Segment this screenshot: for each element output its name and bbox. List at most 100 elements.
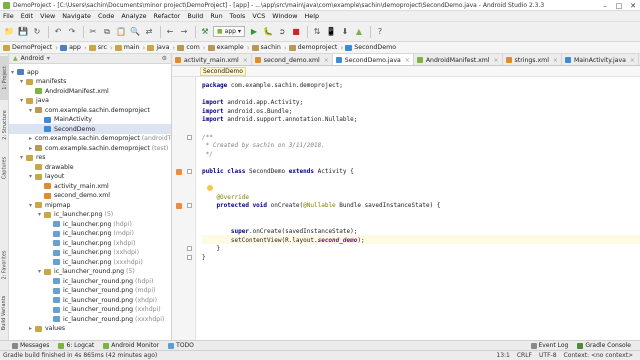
help-icon[interactable]: ?: [374, 26, 386, 38]
nav-crumb[interactable]: DemoProject ›: [3, 44, 58, 52]
bottom-tool-tab[interactable]: Gradle Console: [577, 342, 631, 349]
sync-icon[interactable]: ↻: [31, 26, 43, 38]
undo-icon[interactable]: ↶: [52, 26, 64, 38]
tree-item[interactable]: second_demo.xml: [9, 191, 171, 201]
cursor-position[interactable]: 13:1: [496, 352, 509, 359]
tree-item[interactable]: ic_launcher.png (xxxhdpi): [9, 257, 171, 267]
bottom-tool-tab[interactable]: Messages: [12, 342, 49, 349]
fold-marker-icon[interactable]: [187, 246, 192, 252]
menu-view[interactable]: View: [40, 12, 55, 20]
forward-icon[interactable]: →: [178, 26, 190, 38]
tree-item[interactable]: ▾ res: [9, 153, 171, 163]
code-view[interactable]: package com.example.sachin.demoproject; i…: [202, 77, 640, 340]
run-icon[interactable]: ▶: [248, 26, 260, 38]
paste-icon[interactable]: 📋: [115, 26, 127, 38]
copy-icon[interactable]: ⧉: [101, 26, 113, 38]
tree-item[interactable]: ic_launcher.png (xhdpi): [9, 238, 171, 248]
tree-item[interactable]: ▸ com.example.sachin.demoproject (androidT…: [9, 134, 171, 144]
run-configuration-select[interactable]: ■ app ▾: [213, 26, 245, 37]
build-variants-tool-tab[interactable]: Build Variants: [0, 290, 9, 336]
menu-window[interactable]: Window: [272, 12, 297, 20]
bottom-tool-tab[interactable]: 6: Logcat: [58, 342, 94, 349]
override-gutter-icon[interactable]: [176, 203, 182, 210]
menu-edit[interactable]: Edit: [21, 12, 33, 20]
close-icon[interactable]: ×: [494, 57, 499, 64]
editor-tab[interactable]: MainActivity.java ×: [562, 54, 639, 65]
file-encoding[interactable]: UTF-8: [539, 352, 557, 359]
collapse-arrow-icon[interactable]: ▸: [29, 135, 32, 142]
menu-file[interactable]: File: [3, 12, 14, 20]
menu-help[interactable]: Help: [304, 12, 319, 20]
menu-tools[interactable]: Tools: [230, 12, 246, 20]
tree-item[interactable]: AndroidManifest.xml: [9, 86, 171, 96]
android-device-monitor-icon[interactable]: ▲: [353, 26, 365, 38]
close-icon[interactable]: ×: [243, 57, 248, 64]
close-icon[interactable]: ×: [324, 57, 329, 64]
menu-refactor[interactable]: Refactor: [154, 12, 181, 20]
class-gutter-icon[interactable]: [176, 169, 182, 175]
tree-item[interactable]: ▾ ic_launcher_round.png (5): [9, 267, 171, 277]
menu-build[interactable]: Build: [187, 12, 203, 20]
tree-item[interactable]: ▾ manifests: [9, 77, 171, 87]
tree-item[interactable]: drawable: [9, 162, 171, 172]
close-icon[interactable]: ×: [630, 57, 635, 64]
fold-marker-icon[interactable]: [187, 203, 192, 209]
breadcrumb-class[interactable]: SecondDemo: [200, 66, 246, 76]
menu-code[interactable]: Code: [98, 12, 114, 20]
project-tool-tab[interactable]: 1: Project: [0, 56, 9, 100]
favorites-tool-tab[interactable]: 2: Favorites: [0, 242, 9, 288]
intention-bulb-icon[interactable]: [207, 185, 213, 191]
avd-manager-icon[interactable]: 📱: [325, 26, 337, 38]
tree-item[interactable]: ic_launcher.png (hdpi): [9, 219, 171, 229]
tree-item[interactable]: activity_main.xml: [9, 181, 171, 191]
close-icon[interactable]: ×: [405, 57, 410, 64]
tree-item[interactable]: ▾ java: [9, 96, 171, 106]
line-separator[interactable]: CRLF: [517, 352, 532, 359]
tree-item[interactable]: ▸ com.example.sachin.demoproject (test): [9, 143, 171, 153]
menu-run[interactable]: Run: [210, 12, 222, 20]
cut-icon[interactable]: ✂: [87, 26, 99, 38]
nav-crumb[interactable]: java ›: [147, 44, 175, 52]
open-folder-icon[interactable]: 📁: [3, 26, 15, 38]
editor-tab[interactable]: second_demo.xml ×: [252, 54, 333, 65]
tree-item[interactable]: ic_launcher_round.png (hdpi): [9, 276, 171, 286]
close-icon[interactable]: ×: [553, 57, 558, 64]
maximize-icon[interactable]: □: [612, 0, 626, 11]
nav-crumb[interactable]: example ›: [207, 44, 250, 52]
fold-marker-icon[interactable]: [187, 169, 192, 174]
redo-icon[interactable]: ↷: [66, 26, 78, 38]
editor-tab[interactable]: activity_main.xml ×: [172, 54, 252, 65]
find-icon[interactable]: 🔍: [129, 26, 141, 38]
menu-navigate[interactable]: Navigate: [62, 12, 91, 20]
tree-item[interactable]: ic_launcher.png (xxhdpi): [9, 248, 171, 258]
nav-crumb[interactable]: demoproject ›: [288, 44, 343, 52]
project-view-selector[interactable]: ▲ Android ▾ ⚙: [9, 54, 171, 64]
structure-tool-tab[interactable]: 2: Structure: [0, 102, 9, 148]
stop-icon[interactable]: ■: [290, 26, 302, 38]
tree-item[interactable]: ▾ app: [9, 67, 171, 77]
replace-icon[interactable]: ⇄: [143, 26, 155, 38]
minimize-icon[interactable]: –: [598, 0, 612, 11]
nav-crumb[interactable]: sachin ›: [251, 44, 287, 52]
nav-crumb[interactable]: src ›: [88, 44, 113, 52]
bottom-tool-tab[interactable]: Event Log: [530, 342, 568, 349]
save-all-icon[interactable]: 💾: [17, 26, 29, 38]
editor-tab[interactable]: SecondDemo.java ×: [332, 54, 414, 65]
menu-analyze[interactable]: Analyze: [121, 12, 146, 20]
gradle-sync-icon[interactable]: ⇅: [311, 26, 323, 38]
tree-item[interactable]: ▸ values: [9, 324, 171, 334]
nav-crumb[interactable]: com ›: [177, 44, 206, 52]
fold-marker-icon[interactable]: [187, 255, 192, 260]
bottom-tool-tab[interactable]: Android Monitor: [103, 342, 159, 349]
tree-item[interactable]: ic_launcher_round.png (mdpi): [9, 286, 171, 296]
tree-item[interactable]: ic_launcher_round.png (xhdpi): [9, 295, 171, 305]
nav-crumb[interactable]: main ›: [114, 44, 145, 52]
editor-tab[interactable]: AndroidManifest.xml ×: [414, 54, 503, 65]
tree-item[interactable]: ▾ layout: [9, 172, 171, 182]
make-project-icon[interactable]: ⚒: [199, 26, 211, 38]
nav-crumb[interactable]: app ›: [60, 44, 87, 52]
tree-item[interactable]: MainActivity: [9, 115, 171, 125]
tree-item[interactable]: ▾ ic_launcher.png (5): [9, 210, 171, 220]
menu-vcs[interactable]: VCS: [252, 12, 265, 20]
tree-item[interactable]: ▾ com.example.sachin.demoproject: [9, 105, 171, 115]
